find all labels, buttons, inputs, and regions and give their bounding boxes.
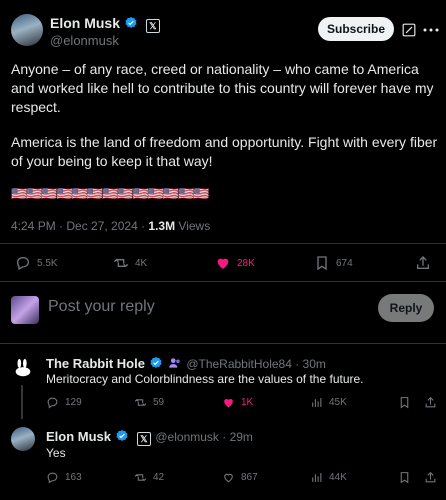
- reply1-header: The Rabbit Hole @TheRabbitHole84 · 30m: [46, 355, 326, 373]
- subscribe-button[interactable]: Subscribe: [318, 17, 394, 41]
- reply2-like-count: 867: [241, 472, 258, 483]
- share-icon[interactable]: [424, 396, 437, 409]
- author-name[interactable]: Elon Musk: [50, 15, 120, 31]
- reply-icon: [47, 397, 58, 409]
- repost-icon: [134, 399, 147, 406]
- bookmark-count: 674: [336, 257, 353, 269]
- heart-filled-icon: [217, 258, 229, 269]
- x-affiliate-icon: 𝕏: [136, 432, 151, 446]
- reply2-avatar[interactable]: [11, 427, 35, 451]
- views-count: 1.3M: [148, 219, 176, 233]
- bookmark-action[interactable]: 674: [314, 255, 353, 271]
- reply2-views-action[interactable]: 44K: [310, 471, 347, 484]
- reply1-like-action[interactable]: 1K: [222, 396, 253, 409]
- reply2-repost-count: 42: [153, 472, 165, 483]
- reply1-repost-action[interactable]: 59: [134, 396, 164, 409]
- author-handle[interactable]: @elonmusk: [50, 33, 119, 48]
- reply2-author-name[interactable]: Elon Musk: [46, 429, 111, 444]
- reply1-text: Meritocracy and Colorblindness are the v…: [46, 372, 364, 386]
- views-icon: [312, 398, 322, 407]
- reply2-header: Elon Musk 𝕏 @elonmusk · 29m: [46, 428, 253, 446]
- thread-line: [21, 385, 23, 419]
- views-icon: [312, 473, 322, 482]
- share-icon[interactable]: [415, 255, 431, 271]
- repost-count: 4K: [135, 257, 148, 269]
- reply-action[interactable]: 5.5K: [15, 255, 58, 271]
- repost-icon: [113, 258, 129, 268]
- share-icon[interactable]: [424, 471, 437, 484]
- heart-icon: [224, 473, 233, 483]
- grok-icon[interactable]: [402, 23, 416, 37]
- flag-emojis: 🇺🇸🇺🇸🇺🇸🇺🇸🇺🇸🇺🇸🇺🇸🇺🇸🇺🇸🇺🇸🇺🇸🇺🇸🇺🇸: [11, 186, 209, 201]
- reply-input[interactable]: Post your reply: [48, 298, 155, 316]
- bookmark-icon[interactable]: [398, 396, 411, 409]
- reply1-reply-count: 129: [65, 397, 82, 408]
- post-paragraph-2: America is the land of freedom and oppor…: [11, 134, 438, 169]
- author-name-row: Elon Musk 𝕏: [50, 15, 160, 33]
- verified-badge-icon: [150, 356, 162, 368]
- views-label: Views: [175, 219, 211, 233]
- verified-badge-icon: [116, 429, 129, 441]
- post-paragraph-1: Anyone – of any race, creed or nationali…: [11, 61, 434, 115]
- reply2-like-action[interactable]: 867: [222, 471, 258, 484]
- people-icon: [169, 358, 180, 368]
- like-count: 28K: [237, 257, 255, 269]
- like-action[interactable]: 28K: [215, 255, 255, 271]
- verified-badge-icon: [125, 16, 138, 28]
- reply2-text: Yes: [46, 446, 66, 460]
- reply2-reply-count: 163: [65, 472, 82, 483]
- reply1-repost-count: 59: [153, 397, 165, 408]
- post-timestamp-row: 4:24 PM · Dec 27, 2024 · 1.3M Views: [11, 219, 210, 233]
- rabbit-logo-icon: [15, 358, 31, 377]
- divider: [0, 281, 446, 282]
- bookmark-icon[interactable]: [398, 471, 411, 484]
- reply-count: 5.5K: [37, 257, 58, 269]
- reply1-handle[interactable]: @TheRabbitHole84 · 30m: [186, 357, 326, 371]
- reply1-reply-action[interactable]: 129: [46, 396, 82, 409]
- reply2-handle[interactable]: @elonmusk · 29m: [155, 430, 253, 444]
- reply-button[interactable]: Reply: [378, 294, 434, 322]
- reply1-author-name[interactable]: The Rabbit Hole: [46, 356, 145, 371]
- reply1-like-count: 1K: [241, 397, 254, 408]
- heart-filled-icon: [224, 398, 233, 408]
- bookmark-icon: [317, 256, 327, 271]
- reply-icon: [16, 256, 30, 271]
- current-user-avatar[interactable]: [11, 296, 39, 324]
- repost-icon: [134, 474, 147, 481]
- divider: [0, 243, 446, 244]
- reply2-repost-action[interactable]: 42: [134, 471, 164, 484]
- post-timestamp[interactable]: 4:24 PM · Dec 27, 2024 ·: [11, 219, 148, 233]
- divider: [0, 343, 446, 344]
- author-avatar[interactable]: [11, 14, 43, 46]
- reply2-reply-action[interactable]: 163: [46, 471, 82, 484]
- reply1-views-action[interactable]: 45K: [310, 396, 347, 409]
- repost-action[interactable]: 4K: [113, 255, 147, 271]
- more-options-icon[interactable]: [423, 27, 439, 33]
- reply-icon: [47, 472, 58, 484]
- reply2-views-count: 44K: [329, 472, 347, 483]
- x-affiliate-icon: 𝕏: [145, 19, 160, 33]
- reply1-views-count: 45K: [329, 397, 347, 408]
